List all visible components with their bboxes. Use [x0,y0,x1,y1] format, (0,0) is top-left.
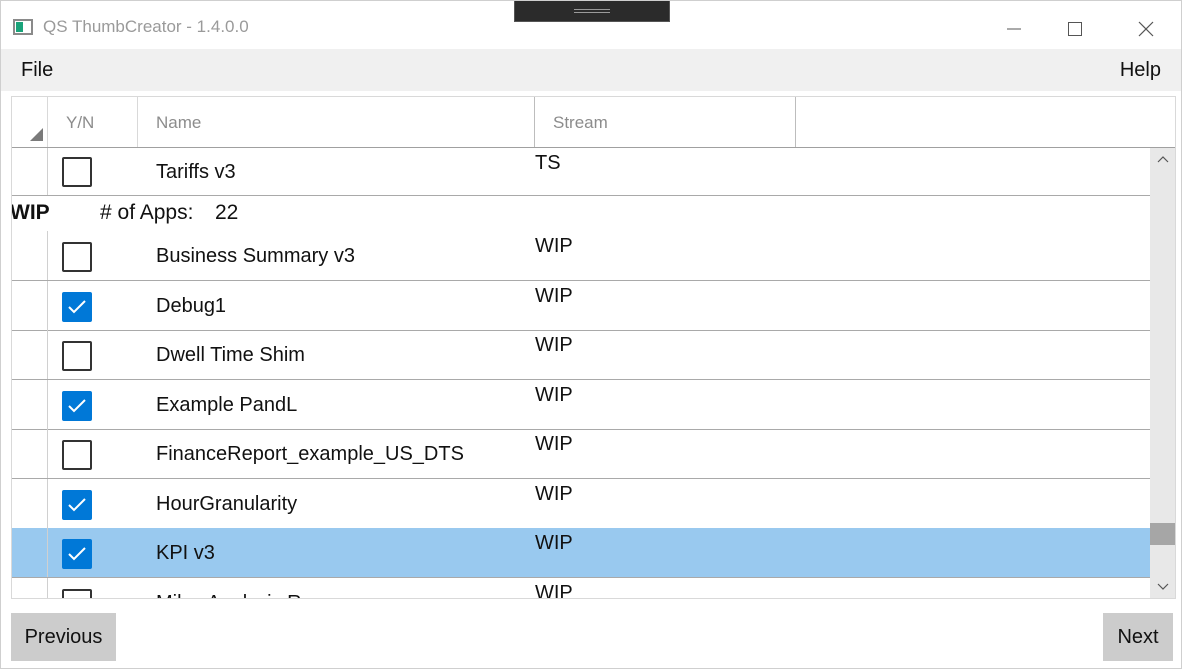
table-row[interactable]: FinanceReport_example_US_DTS WIP [12,429,1150,479]
checkmark-icon [68,547,86,561]
group-count-value: 22 [215,201,239,224]
scroll-down-button[interactable] [1150,576,1175,598]
row-stream: WIP [535,384,573,406]
checkmark-icon [68,498,86,512]
row-stream: TS [535,152,561,174]
row-name: Tariffs v3 [156,161,236,183]
table-row[interactable]: HourGranularity WIP [12,479,1150,529]
row-checkbox[interactable] [62,341,92,371]
checkmark-icon [68,399,86,413]
menu-file[interactable]: File [21,59,53,82]
column-header-name[interactable]: Name [138,97,535,147]
row-stream: WIP [535,433,573,455]
row-header[interactable] [12,429,48,478]
menu-bar: File Help [1,49,1181,91]
scroll-thumb[interactable] [1150,523,1175,545]
table-row[interactable]: Tariffs v3 TS [12,148,1150,196]
app-icon [13,19,33,35]
row-name: FinanceReport_example_US_DTS [156,443,464,465]
row-name: Debug1 [156,295,227,317]
row-stream: WIP [535,235,573,257]
row-checkbox[interactable] [62,490,92,520]
group-count-label: # of Apps: [100,201,194,224]
chevron-up-icon [1157,156,1168,163]
close-button[interactable] [1123,9,1169,49]
row-name: Business Summary v3 [156,245,355,267]
table-row[interactable]: Business Summary v3 WIP [12,231,1150,281]
checkmark-icon [68,300,86,314]
row-checkbox[interactable] [62,539,92,569]
row-name: Example PandL [156,394,298,416]
vertical-scrollbar[interactable] [1150,148,1175,598]
table-row[interactable]: Miles Analysis Roman WIP [12,578,1150,599]
table-row[interactable]: Example PandL WIP [12,380,1150,430]
minimize-button[interactable] [991,9,1037,49]
select-all-corner[interactable] [12,97,48,147]
row-header[interactable] [12,330,48,379]
row-stream: WIP [535,483,573,505]
table-row[interactable]: KPI v3 WIP [12,528,1150,578]
row-header[interactable] [12,281,48,330]
row-checkbox[interactable] [62,292,92,322]
chevron-down-icon [1157,583,1168,590]
row-header[interactable] [12,231,48,280]
group-name: WIP [12,201,50,224]
group-header: WIP # of Apps: 22 [12,197,1150,231]
row-header[interactable] [12,479,48,528]
row-name: Dwell Time Shim [156,344,305,366]
table-row[interactable]: Debug1 WIP [12,281,1150,331]
previous-button[interactable]: Previous [11,613,116,661]
row-stream: WIP [535,532,573,554]
next-button[interactable]: Next [1103,613,1173,661]
app-window: QS ThumbCreator - 1.4.0.0 File Help Y/N … [0,0,1182,669]
corner-triangle-icon [30,128,43,141]
maximize-icon [1068,22,1082,36]
row-checkbox[interactable] [62,589,92,598]
row-stream: WIP [535,285,573,307]
grid-rows: Tariffs v3 TS WIP # of Apps: 22 Business… [12,148,1150,599]
row-name: HourGranularity [156,493,298,515]
row-name: KPI v3 [156,542,215,564]
row-name: Miles Analysis Roman [156,592,352,598]
window-title: QS ThumbCreator - 1.4.0.0 [43,17,249,36]
menu-help[interactable]: Help [1120,59,1161,82]
row-header[interactable] [12,148,48,195]
apps-data-grid[interactable]: Y/N Name Stream Tariffs v3 TS WIP # of A… [11,96,1176,599]
row-checkbox[interactable] [62,242,92,272]
maximize-button[interactable] [1052,9,1098,49]
minimize-icon [1007,28,1021,30]
row-checkbox[interactable] [62,391,92,421]
table-row[interactable]: Dwell Time Shim WIP [12,330,1150,380]
close-icon [1138,21,1154,37]
row-header[interactable] [12,578,48,598]
scroll-up-button[interactable] [1150,148,1175,170]
column-header-stream[interactable]: Stream [535,97,796,147]
row-checkbox[interactable] [62,157,92,187]
row-header[interactable] [12,528,48,577]
row-stream: WIP [535,334,573,356]
column-header-yn[interactable]: Y/N [48,97,138,147]
window-drag-grip[interactable] [514,1,670,22]
row-checkbox[interactable] [62,440,92,470]
row-stream: WIP [535,582,573,599]
row-header[interactable] [12,380,48,429]
grid-header: Y/N Name Stream [12,97,1175,148]
